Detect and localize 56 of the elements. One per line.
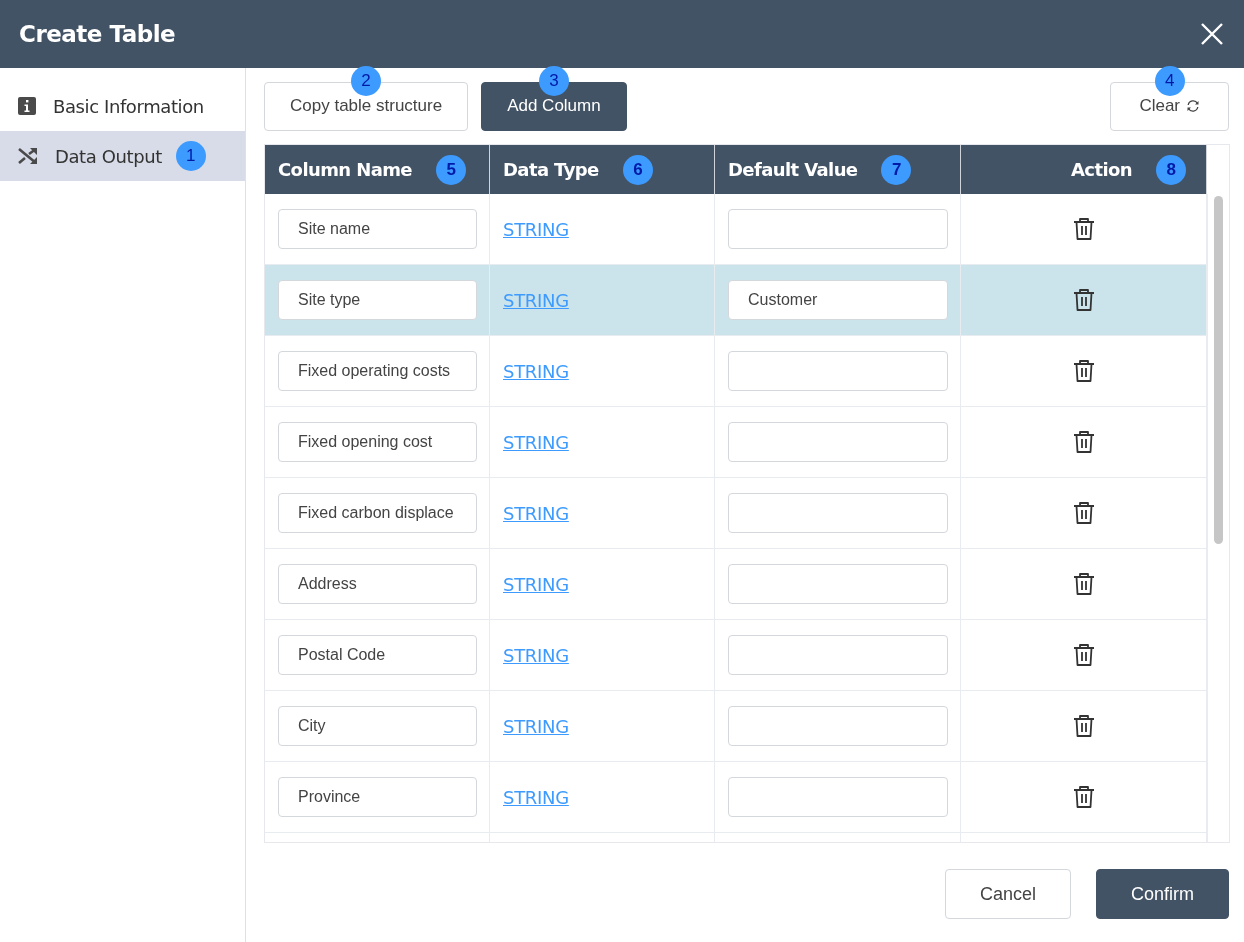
- confirm-button[interactable]: Confirm: [1096, 869, 1229, 919]
- close-icon[interactable]: [1200, 22, 1224, 46]
- callout-badge: 7: [881, 154, 912, 185]
- column-name-field[interactable]: Fixed opening cost: [278, 422, 477, 462]
- trash-icon[interactable]: [1072, 359, 1095, 383]
- column-header: Column Name 5: [265, 145, 490, 194]
- trash-icon[interactable]: [1072, 430, 1095, 454]
- default-value-field[interactable]: [728, 706, 948, 746]
- table-row[interactable]: Fixed carbon displace STRING: [265, 478, 1207, 549]
- default-value-field[interactable]: [728, 635, 948, 675]
- table-row[interactable]: City STRING: [265, 691, 1207, 762]
- callout-badge: 6: [622, 154, 653, 185]
- shuffle-icon: [17, 146, 39, 166]
- table-row[interactable]: Province STRING: [265, 762, 1207, 833]
- trash-icon[interactable]: [1072, 288, 1095, 312]
- column-name-field[interactable]: Province: [278, 777, 477, 817]
- column-name-field[interactable]: Address: [278, 564, 477, 604]
- column-header: Data Type 6: [490, 145, 715, 194]
- sidebar-item[interactable]: Basic Information: [0, 81, 245, 131]
- default-value-field[interactable]: [728, 777, 948, 817]
- info-icon: [17, 96, 37, 116]
- refresh-icon: [1186, 99, 1200, 113]
- column-name-field[interactable]: Site name: [278, 209, 477, 249]
- default-value-field[interactable]: [728, 493, 948, 533]
- table-row[interactable]: Site name STRING: [265, 194, 1207, 265]
- trash-icon[interactable]: [1072, 785, 1095, 809]
- table-row[interactable]: Site type STRING Customer: [265, 265, 1207, 336]
- column-header: Default Value 7: [715, 145, 961, 194]
- callout-badge: 5: [436, 154, 466, 185]
- table-row[interactable]: Postal Code STRING: [265, 620, 1207, 691]
- sidebar-item-label: Data Output: [55, 145, 162, 167]
- trash-icon[interactable]: [1072, 501, 1095, 525]
- column-name-field[interactable]: City: [278, 706, 477, 746]
- default-value-field[interactable]: [728, 564, 948, 604]
- sidebar-item-label: Basic Information: [53, 95, 204, 117]
- window-title: Create Table: [19, 21, 176, 47]
- default-value-field[interactable]: [728, 209, 948, 249]
- table-row[interactable]: Fixed operating costs STRING: [265, 336, 1207, 407]
- trash-icon[interactable]: [1072, 714, 1095, 738]
- trash-icon[interactable]: [1072, 217, 1095, 241]
- default-value-field[interactable]: [728, 422, 948, 462]
- trash-icon[interactable]: [1072, 572, 1095, 596]
- sidebar-item[interactable]: Data Output 1: [0, 131, 245, 181]
- column-name-field[interactable]: Fixed operating costs: [278, 351, 477, 391]
- table-row[interactable]: Fixed opening cost STRING: [265, 407, 1207, 478]
- default-value-field[interactable]: Customer: [728, 280, 948, 320]
- callout-badge: 1: [175, 141, 206, 171]
- column-name-field[interactable]: Fixed carbon displace: [278, 493, 477, 533]
- column-header: Action 8: [961, 145, 1207, 194]
- table-row[interactable]: Address STRING: [265, 549, 1207, 620]
- default-value-field[interactable]: [728, 351, 948, 391]
- trash-icon[interactable]: [1072, 643, 1095, 667]
- column-name-field[interactable]: Site type: [278, 280, 477, 320]
- cancel-button[interactable]: Cancel: [944, 869, 1071, 919]
- callout-badge: 8: [1156, 154, 1186, 185]
- column-name-field[interactable]: Postal Code: [278, 635, 477, 675]
